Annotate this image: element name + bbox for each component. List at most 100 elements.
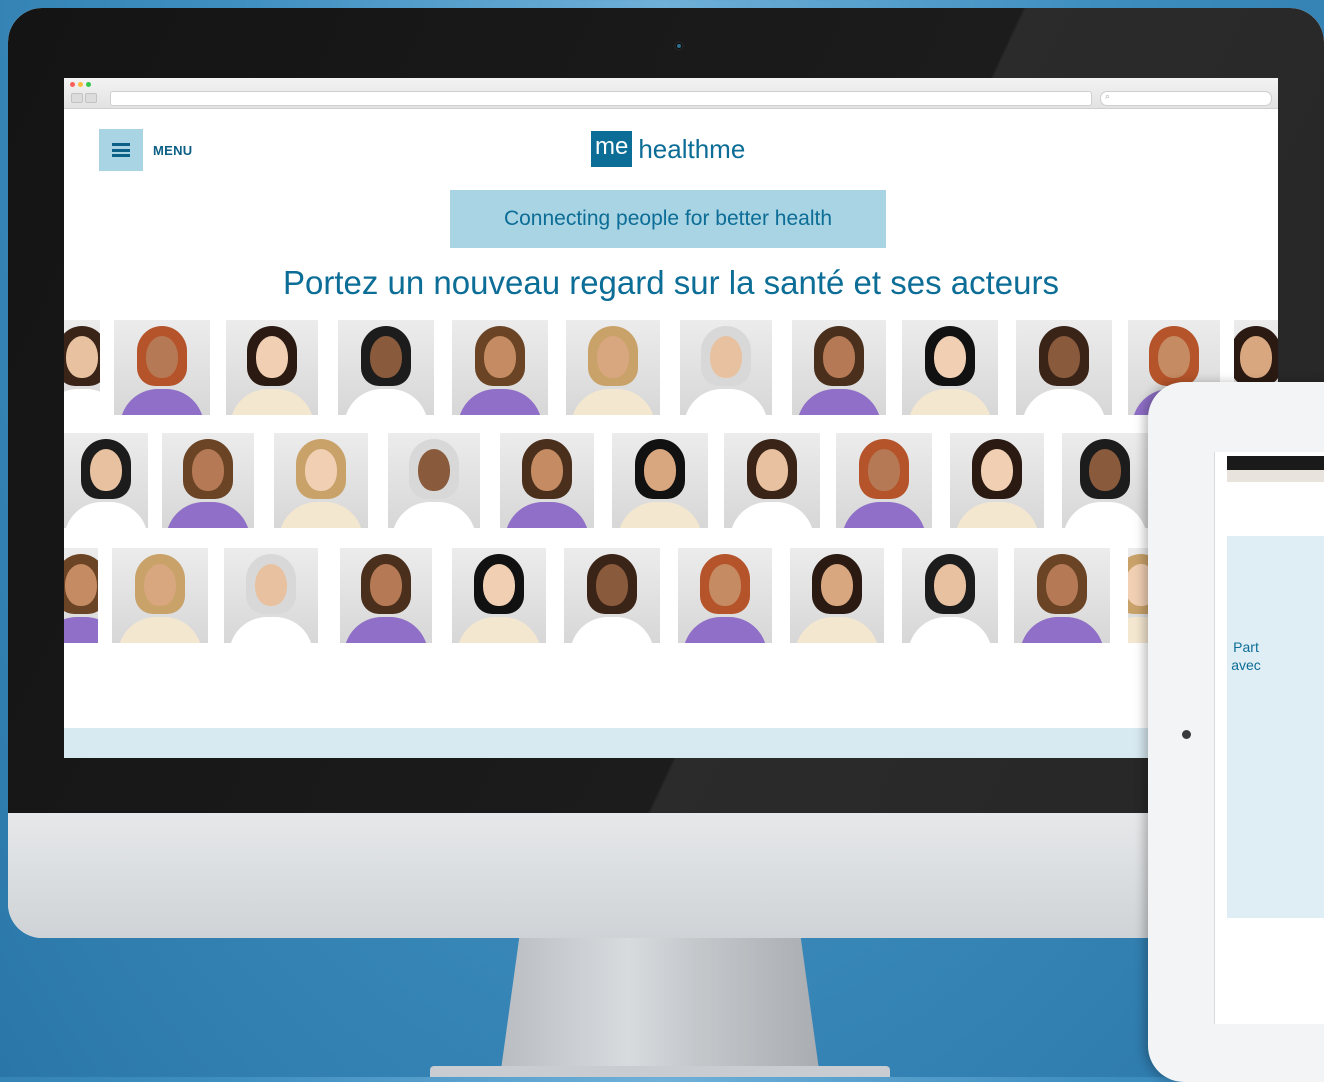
person-portrait	[226, 320, 318, 415]
portrait-face	[483, 564, 515, 606]
portrait-shirt	[458, 389, 542, 415]
person-portrait	[792, 320, 886, 415]
person-portrait	[112, 548, 208, 643]
portrait-shirt	[908, 617, 992, 643]
address-bar[interactable]	[110, 91, 1092, 106]
portrait-face	[934, 336, 966, 378]
portrait-face	[305, 449, 337, 491]
portrait-shirt	[797, 389, 881, 415]
portrait-face	[1046, 564, 1078, 606]
menu-button[interactable]	[99, 129, 143, 171]
monitor-stand	[500, 938, 820, 1077]
portrait-face	[146, 336, 178, 378]
monitor-stand-base	[430, 1066, 890, 1077]
portrait-shirt	[64, 502, 148, 528]
logo-wordmark: healthme	[638, 133, 746, 164]
portrait-shirt	[230, 389, 314, 415]
portrait-face	[65, 564, 97, 606]
person-portrait	[1062, 433, 1148, 528]
person-portrait	[950, 433, 1044, 528]
person-portrait	[452, 548, 546, 643]
tablet-camera-icon	[1182, 730, 1191, 739]
back-button[interactable]	[71, 93, 83, 103]
forward-button[interactable]	[85, 93, 97, 103]
person-portrait	[564, 548, 660, 643]
person-portrait	[902, 548, 998, 643]
person-portrait	[790, 548, 884, 643]
monitor-chin	[8, 813, 1324, 938]
portrait-face	[66, 336, 98, 378]
site-logo[interactable]: me healthme	[591, 126, 745, 172]
portrait-face	[1240, 336, 1272, 378]
person-portrait	[452, 320, 548, 415]
portrait-face	[256, 336, 288, 378]
person-portrait	[1014, 548, 1110, 643]
portrait-shirt	[570, 617, 654, 643]
portrait-face	[144, 564, 176, 606]
tablet-text-line-2: avec	[1231, 657, 1261, 673]
portrait-shirt	[505, 502, 589, 528]
person-portrait	[612, 433, 708, 528]
portrait-face	[596, 564, 628, 606]
portrait-shirt	[344, 617, 428, 643]
minimize-window-button[interactable]	[78, 82, 83, 87]
portrait-face	[756, 449, 788, 491]
person-portrait	[678, 548, 772, 643]
person-portrait	[388, 433, 480, 528]
person-portrait	[1016, 320, 1112, 415]
portrait-face	[370, 336, 402, 378]
portrait-shirt	[120, 389, 204, 415]
portrait-shirt	[955, 502, 1039, 528]
portrait-face	[484, 336, 516, 378]
tablet-text: Part avec	[1206, 638, 1286, 674]
tablet-photo-strip	[1227, 470, 1324, 482]
close-window-button[interactable]	[70, 82, 75, 87]
portrait-shirt	[279, 502, 363, 528]
page-headline: Portez un nouveau regard sur la santé et…	[283, 264, 1059, 301]
tablet-content-panel	[1227, 536, 1324, 918]
maximize-window-button[interactable]	[86, 82, 91, 87]
portrait-face	[644, 449, 676, 491]
browser-toolbar: ⌕	[64, 78, 1278, 109]
portrait-shirt	[344, 389, 428, 415]
portrait-shirt	[730, 502, 814, 528]
portrait-face	[823, 336, 855, 378]
portrait-shirt	[64, 389, 100, 415]
person-portrait	[224, 548, 318, 643]
page-footer-band	[64, 728, 1278, 758]
person-portrait	[64, 548, 98, 643]
camera-icon	[674, 41, 684, 51]
portrait-shirt	[908, 389, 992, 415]
person-portrait	[724, 433, 820, 528]
portrait-shirt	[166, 502, 250, 528]
tablet-text-line-1: Part	[1233, 639, 1259, 655]
person-portrait	[338, 320, 434, 415]
menu-label[interactable]: MENU	[153, 143, 192, 158]
person-portrait	[902, 320, 998, 415]
tablet-header-bar	[1227, 456, 1324, 470]
portrait-shirt	[1020, 617, 1104, 643]
portrait-row-1	[64, 320, 1278, 415]
tablet-screen	[1214, 452, 1324, 1024]
person-portrait	[566, 320, 660, 415]
portrait-shirt	[1063, 502, 1147, 528]
portrait-face	[597, 336, 629, 378]
person-portrait	[162, 433, 254, 528]
portrait-shirt	[64, 617, 98, 643]
portrait-face	[370, 564, 402, 606]
portrait-shirt	[842, 502, 926, 528]
portrait-face	[709, 564, 741, 606]
browser-search-field[interactable]: ⌕	[1100, 91, 1272, 106]
portrait-face	[192, 449, 224, 491]
portrait-shirt	[392, 502, 476, 528]
person-portrait	[114, 320, 210, 415]
portrait-shirt	[118, 617, 202, 643]
portrait-shirt	[795, 617, 879, 643]
portrait-shirt	[1022, 389, 1106, 415]
portrait-face	[710, 336, 742, 378]
portrait-shirt	[457, 617, 541, 643]
person-portrait	[500, 433, 594, 528]
portrait-face	[1158, 336, 1190, 378]
portrait-face	[255, 564, 287, 606]
tablet-device: Part avec	[1148, 382, 1324, 1082]
